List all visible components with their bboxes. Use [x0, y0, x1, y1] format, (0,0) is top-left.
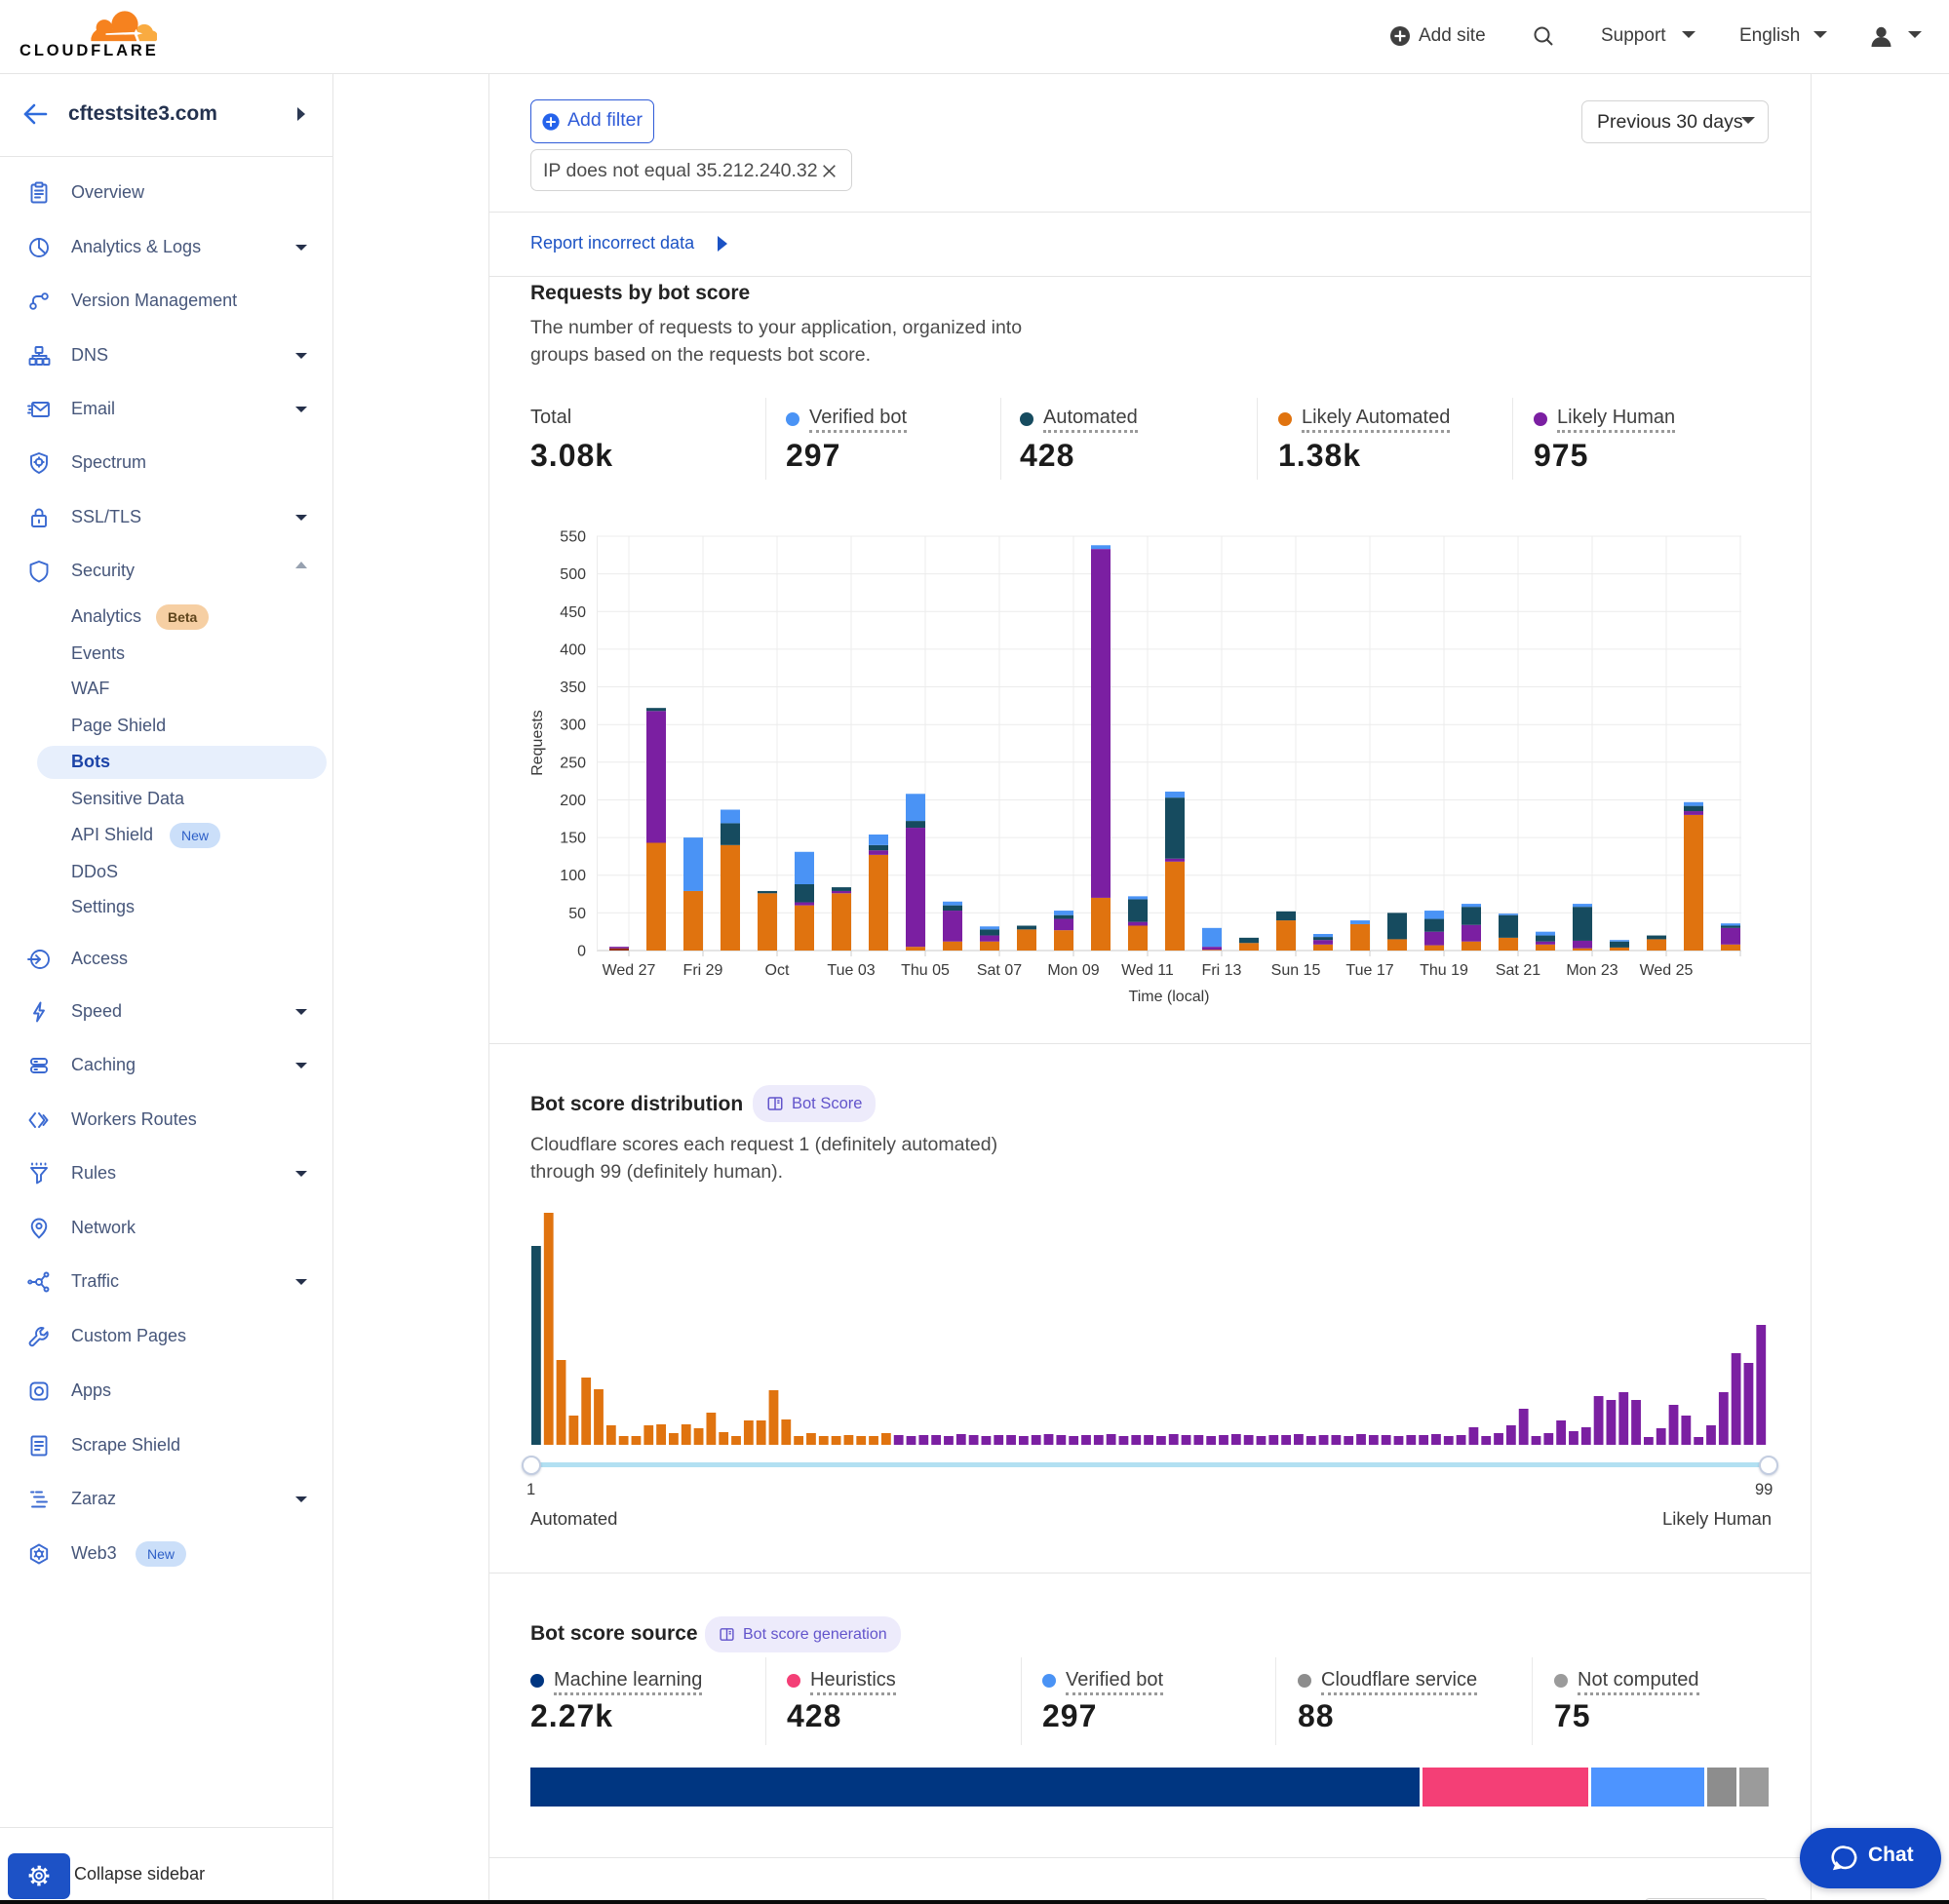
svg-text:Fri 29: Fri 29: [683, 962, 723, 979]
svg-text:Sat 21: Sat 21: [1496, 962, 1540, 979]
svg-text:500: 500: [560, 566, 586, 583]
svg-text:CLOUDFLARE: CLOUDFLARE: [19, 42, 159, 59]
svg-text:350: 350: [560, 680, 586, 696]
svg-text:150: 150: [560, 831, 586, 847]
svg-text:Wed 25: Wed 25: [1640, 962, 1694, 979]
svg-text:0: 0: [577, 944, 586, 960]
svg-text:250: 250: [560, 755, 586, 771]
svg-text:Requests: Requests: [529, 710, 546, 776]
svg-text:200: 200: [560, 793, 586, 809]
svg-text:Time (local): Time (local): [1129, 989, 1210, 1005]
svg-text:400: 400: [560, 641, 586, 658]
svg-text:Tue 17: Tue 17: [1345, 962, 1393, 979]
svg-text:Oct: Oct: [765, 962, 790, 979]
svg-text:Wed 11: Wed 11: [1121, 962, 1174, 979]
svg-text:300: 300: [560, 718, 586, 734]
svg-text:Thu 19: Thu 19: [1420, 962, 1468, 979]
svg-text:Sat 07: Sat 07: [977, 962, 1022, 979]
svg-text:Thu 05: Thu 05: [901, 962, 950, 979]
svg-text:Mon 23: Mon 23: [1566, 962, 1618, 979]
svg-text:Tue 03: Tue 03: [827, 962, 875, 979]
svg-text:Wed 27: Wed 27: [603, 962, 656, 979]
svg-text:Fri 13: Fri 13: [1202, 962, 1242, 979]
svg-text:100: 100: [560, 868, 586, 884]
svg-text:450: 450: [560, 604, 586, 621]
svg-text:550: 550: [560, 529, 586, 546]
svg-text:Mon 09: Mon 09: [1047, 962, 1099, 979]
svg-text:50: 50: [568, 906, 586, 922]
svg-text:Sun 15: Sun 15: [1271, 962, 1321, 979]
